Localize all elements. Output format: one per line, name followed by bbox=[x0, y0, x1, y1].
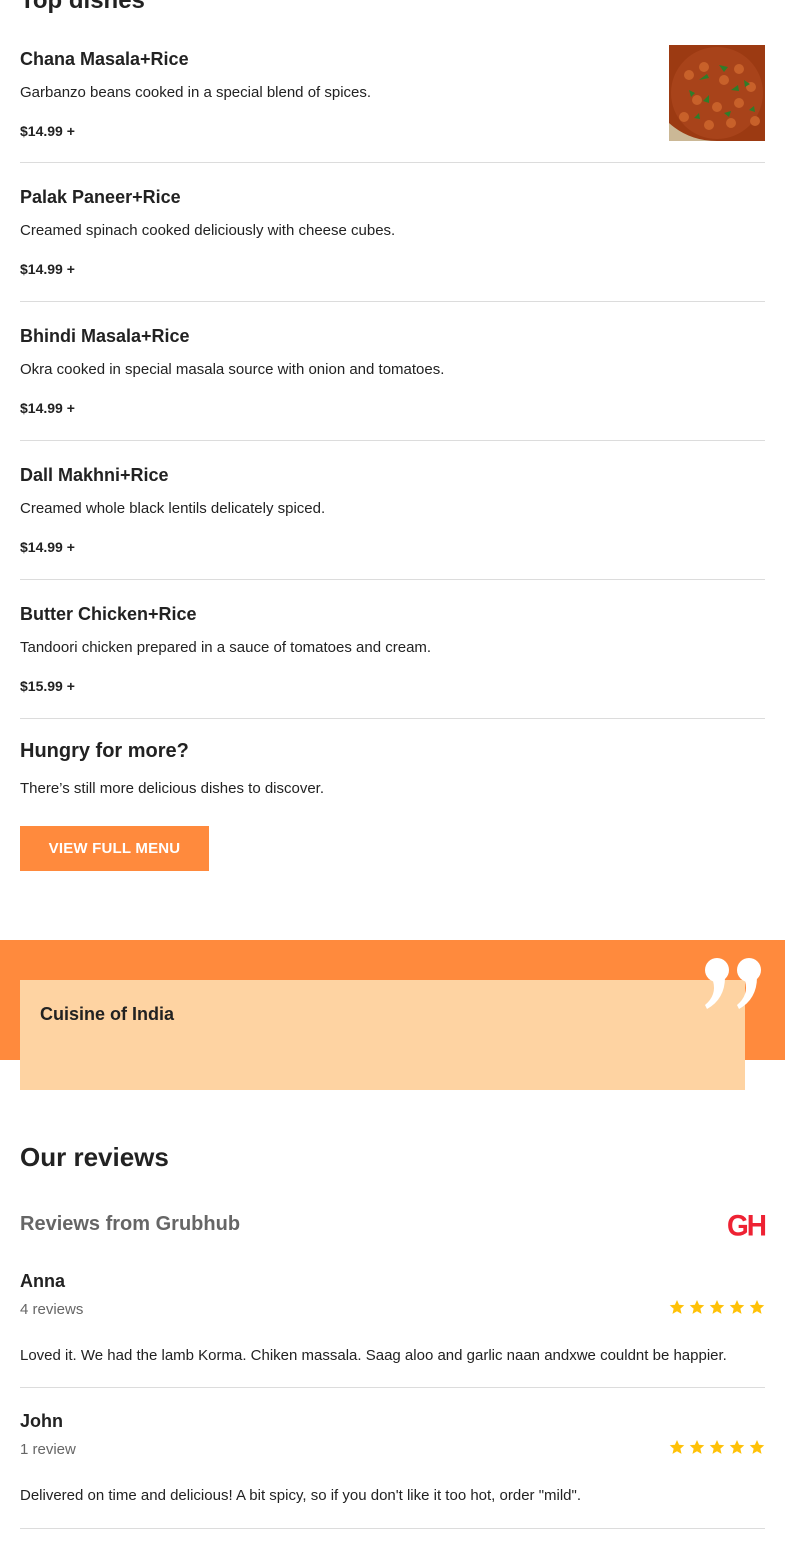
star-icon bbox=[669, 1440, 685, 1454]
reviewer-name: John bbox=[20, 1411, 63, 1431]
reviewer-name: Anna bbox=[20, 1271, 65, 1291]
reviews-title: Our reviews bbox=[20, 1142, 169, 1172]
review-source-label: Reviews from Grubhub bbox=[20, 1213, 241, 1235]
star-icon bbox=[689, 1300, 705, 1314]
dish-item[interactable]: Palak Paneer+Rice Creamed spinach cooked… bbox=[20, 163, 765, 302]
dish-item[interactable]: Chana Masala+Rice Garbanzo beans cooked … bbox=[20, 25, 765, 163]
more-section: Hungry for more? There’s still more deli… bbox=[20, 740, 765, 871]
dish-description: Tandoori chicken prepared in a sauce of … bbox=[20, 639, 432, 656]
review-text: Delivered on time and delicious! A bit s… bbox=[20, 1487, 582, 1504]
dish-description: Okra cooked in special masala source wit… bbox=[20, 361, 445, 378]
dish-item[interactable]: Butter Chicken+Rice Tandoori chicken pre… bbox=[20, 580, 765, 719]
dish-name[interactable]: Butter Chicken+Rice bbox=[20, 604, 197, 625]
star-icon bbox=[749, 1300, 765, 1314]
more-text: There’s still more delicious dishes to d… bbox=[20, 780, 325, 797]
view-full-menu-button[interactable]: VIEW FULL MENU bbox=[20, 826, 209, 871]
star-icon bbox=[709, 1300, 725, 1314]
star-icon bbox=[689, 1440, 705, 1454]
star-icon bbox=[729, 1300, 745, 1314]
review-text: Loved it. We had the lamb Korma. Chiken … bbox=[20, 1347, 727, 1364]
dish-description: Creamed whole black lentils delicately s… bbox=[20, 500, 326, 517]
top-dishes-title: Top dishes bbox=[20, 0, 145, 14]
testimonial-card: Cuisine of India bbox=[20, 980, 745, 1090]
dish-price: $14.99 + bbox=[20, 539, 75, 555]
dish-item[interactable]: Bhindi Masala+Rice Okra cooked in specia… bbox=[20, 302, 765, 441]
dish-description: Creamed spinach cooked deliciously with … bbox=[20, 222, 396, 239]
more-title: Hungry for more? bbox=[20, 740, 189, 762]
testimonial-name: Cuisine of India bbox=[40, 1004, 175, 1024]
reviewer-review-count: 1 review bbox=[20, 1441, 76, 1458]
dish-name[interactable]: Dall Makhni+Rice bbox=[20, 465, 169, 486]
dish-item[interactable]: Dall Makhni+Rice Creamed whole black len… bbox=[20, 441, 765, 580]
review-item: Anna 4 reviews Loved it. We had the lamb… bbox=[20, 1248, 765, 1388]
dish-name[interactable]: Chana Masala+Rice bbox=[20, 49, 189, 70]
dish-photo[interactable] bbox=[669, 45, 765, 141]
dish-list: Chana Masala+Rice Garbanzo beans cooked … bbox=[20, 25, 765, 719]
dish-price: $14.99 + bbox=[20, 400, 75, 416]
dish-price: $14.99 + bbox=[20, 261, 75, 277]
dish-price: $14.99 + bbox=[20, 123, 75, 139]
star-icon bbox=[729, 1440, 745, 1454]
dish-price: $15.99 + bbox=[20, 678, 75, 694]
star-icon bbox=[749, 1440, 765, 1454]
reviewer-review-count: 4 reviews bbox=[20, 1301, 84, 1318]
dish-name[interactable]: Palak Paneer+Rice bbox=[20, 187, 181, 208]
review-source: Reviews from Grubhub GH bbox=[20, 1209, 767, 1243]
star-rating bbox=[669, 1439, 765, 1455]
grubhub-logo[interactable]: GH bbox=[727, 1209, 767, 1243]
review-list: Anna 4 reviews Loved it. We had the lamb… bbox=[20, 1248, 765, 1529]
dish-description: Garbanzo beans cooked in a special blend… bbox=[20, 84, 372, 101]
dish-name[interactable]: Bhindi Masala+Rice bbox=[20, 326, 190, 347]
review-item: John 1 review Delivered on time and deli… bbox=[20, 1388, 765, 1529]
chana-masala-photo bbox=[669, 45, 765, 141]
star-icon bbox=[709, 1440, 725, 1454]
star-rating bbox=[669, 1299, 765, 1315]
quote-icon bbox=[705, 958, 761, 1009]
star-icon bbox=[669, 1300, 685, 1314]
